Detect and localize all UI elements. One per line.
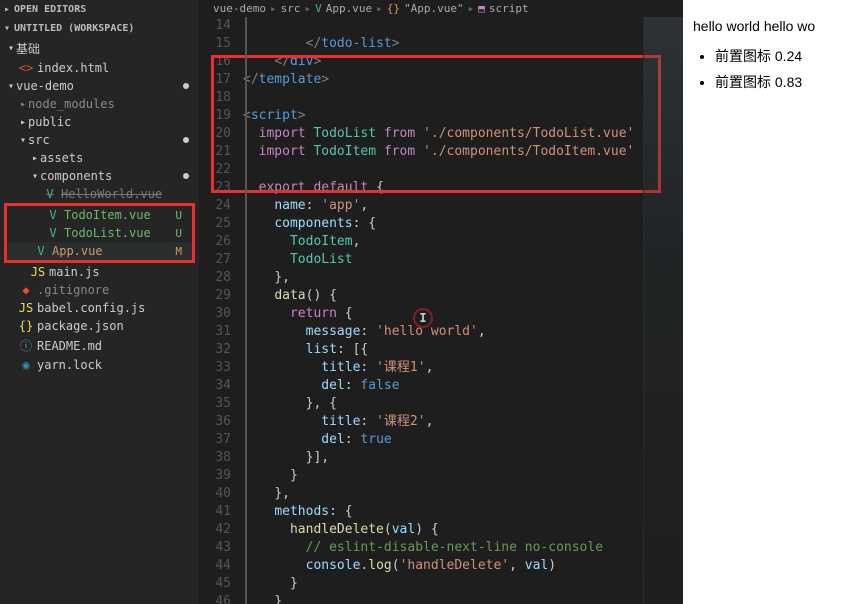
folder-label: public: [28, 115, 195, 129]
git-status: U: [175, 209, 182, 222]
list-item: 前置图标 0.83: [715, 72, 837, 92]
braces-icon: {}: [387, 2, 400, 15]
tree-file-babel[interactable]: JS babel.config.js: [0, 299, 199, 317]
file-label: package.json: [37, 319, 195, 333]
file-label: HelloWorld.vue: [61, 187, 195, 201]
folder-label: components: [40, 169, 183, 183]
tree-folder-assets[interactable]: ▸ assets: [0, 149, 199, 167]
vue-icon: V: [42, 187, 58, 201]
folder-label: 基础: [16, 40, 195, 57]
section-label: UNTITLED (WORKSPACE): [14, 23, 134, 34]
section-open-editors[interactable]: ▸ OPEN EDITORS: [0, 0, 199, 19]
git-icon: ◆: [18, 283, 34, 297]
tree-folder-src[interactable]: ▾ src: [0, 131, 199, 149]
tree-file-readme[interactable]: ⓘ README.md: [0, 335, 199, 356]
info-icon: ⓘ: [18, 337, 34, 354]
tree-file-yarnlock[interactable]: ◉ yarn.lock: [0, 356, 199, 374]
modified-dot-icon: [183, 137, 189, 143]
bc-item[interactable]: App.vue: [326, 2, 372, 15]
tree-file-todolist[interactable]: V TodoList.vue U: [7, 224, 192, 242]
vue-icon: V: [45, 208, 61, 222]
git-status: M: [175, 245, 182, 258]
tree-folder-node-modules[interactable]: ▸ node_modules: [0, 95, 199, 113]
file-label: .gitignore: [37, 283, 195, 297]
bc-item[interactable]: vue-demo: [213, 2, 266, 15]
file-label: index.html: [37, 61, 195, 75]
file-label: README.md: [37, 339, 195, 353]
folder-label: assets: [40, 151, 195, 165]
file-label: TodoItem.vue: [64, 208, 175, 222]
tree-folder-vue-demo[interactable]: ▾ vue-demo: [0, 77, 199, 95]
file-label: TodoList.vue: [64, 226, 175, 240]
git-status: U: [175, 227, 182, 240]
sidebar-explorer: ▸ OPEN EDITORS ▾ UNTITLED (WORKSPACE) ▾ …: [0, 0, 199, 604]
section-workspace[interactable]: ▾ UNTITLED (WORKSPACE): [0, 19, 199, 38]
tree-file-gitignore[interactable]: ◆ .gitignore: [0, 281, 199, 299]
chevron-right-icon: ▸: [2, 4, 12, 15]
preview-heading: hello world hello wo: [693, 18, 837, 34]
js-icon: JS: [18, 301, 34, 315]
vue-icon: V: [315, 2, 322, 15]
chevron-down-icon: ▾: [2, 23, 12, 34]
vue-icon: V: [45, 226, 61, 240]
json-icon: {}: [18, 319, 34, 333]
section-label: OPEN EDITORS: [14, 4, 86, 15]
tree-folder-public[interactable]: ▸ public: [0, 113, 199, 131]
modified-dot-icon: [183, 173, 189, 179]
tree-file-todoitem[interactable]: V TodoItem.vue U: [7, 206, 192, 224]
file-label: yarn.lock: [37, 358, 195, 372]
html-icon: <>: [18, 61, 34, 75]
cursor-indicator-icon: I: [413, 308, 433, 328]
tree-file-mainjs[interactable]: JS main.js: [0, 263, 199, 281]
minimap[interactable]: [643, 17, 683, 604]
editor-pane: vue-demo▸ src▸ V App.vue▸ {} "App.vue"▸ …: [199, 0, 683, 604]
tree-file-packagejson[interactable]: {} package.json: [0, 317, 199, 335]
tree-file-index-html[interactable]: <> index.html: [0, 59, 199, 77]
bc-item[interactable]: src: [281, 2, 301, 15]
file-label: App.vue: [52, 244, 175, 258]
highlight-box-files: V TodoItem.vue U V TodoList.vue U V App.…: [4, 203, 195, 263]
file-label: babel.config.js: [37, 301, 195, 315]
folder-label: node_modules: [28, 97, 195, 111]
code-content[interactable]: I </todo-list> </div> </template> <scrip…: [243, 17, 683, 604]
browser-preview: hello world hello wo 前置图标 0.24 前置图标 0.83: [683, 0, 843, 604]
breadcrumb[interactable]: vue-demo▸ src▸ V App.vue▸ {} "App.vue"▸ …: [199, 0, 683, 17]
bc-item[interactable]: "App.vue": [404, 2, 464, 15]
code-editor[interactable]: 14151617 18192021 22232425 26272829 3031…: [199, 17, 683, 604]
tree-folder-root[interactable]: ▾ 基础: [0, 38, 199, 59]
folder-label: vue-demo: [16, 79, 183, 93]
highlight-box-code: [211, 55, 661, 193]
script-icon: ⬒: [478, 2, 485, 15]
list-item: 前置图标 0.24: [715, 46, 837, 66]
tree-folder-components[interactable]: ▾ components: [0, 167, 199, 185]
yarn-icon: ◉: [18, 358, 34, 372]
tree-file-helloworld[interactable]: V HelloWorld.vue: [0, 185, 199, 203]
bc-item[interactable]: script: [489, 2, 529, 15]
modified-dot-icon: [183, 83, 189, 89]
tree-file-appvue[interactable]: V App.vue M: [7, 242, 192, 260]
file-label: main.js: [49, 265, 195, 279]
vue-icon: V: [33, 244, 49, 258]
js-icon: JS: [30, 265, 46, 279]
folder-label: src: [28, 133, 183, 147]
